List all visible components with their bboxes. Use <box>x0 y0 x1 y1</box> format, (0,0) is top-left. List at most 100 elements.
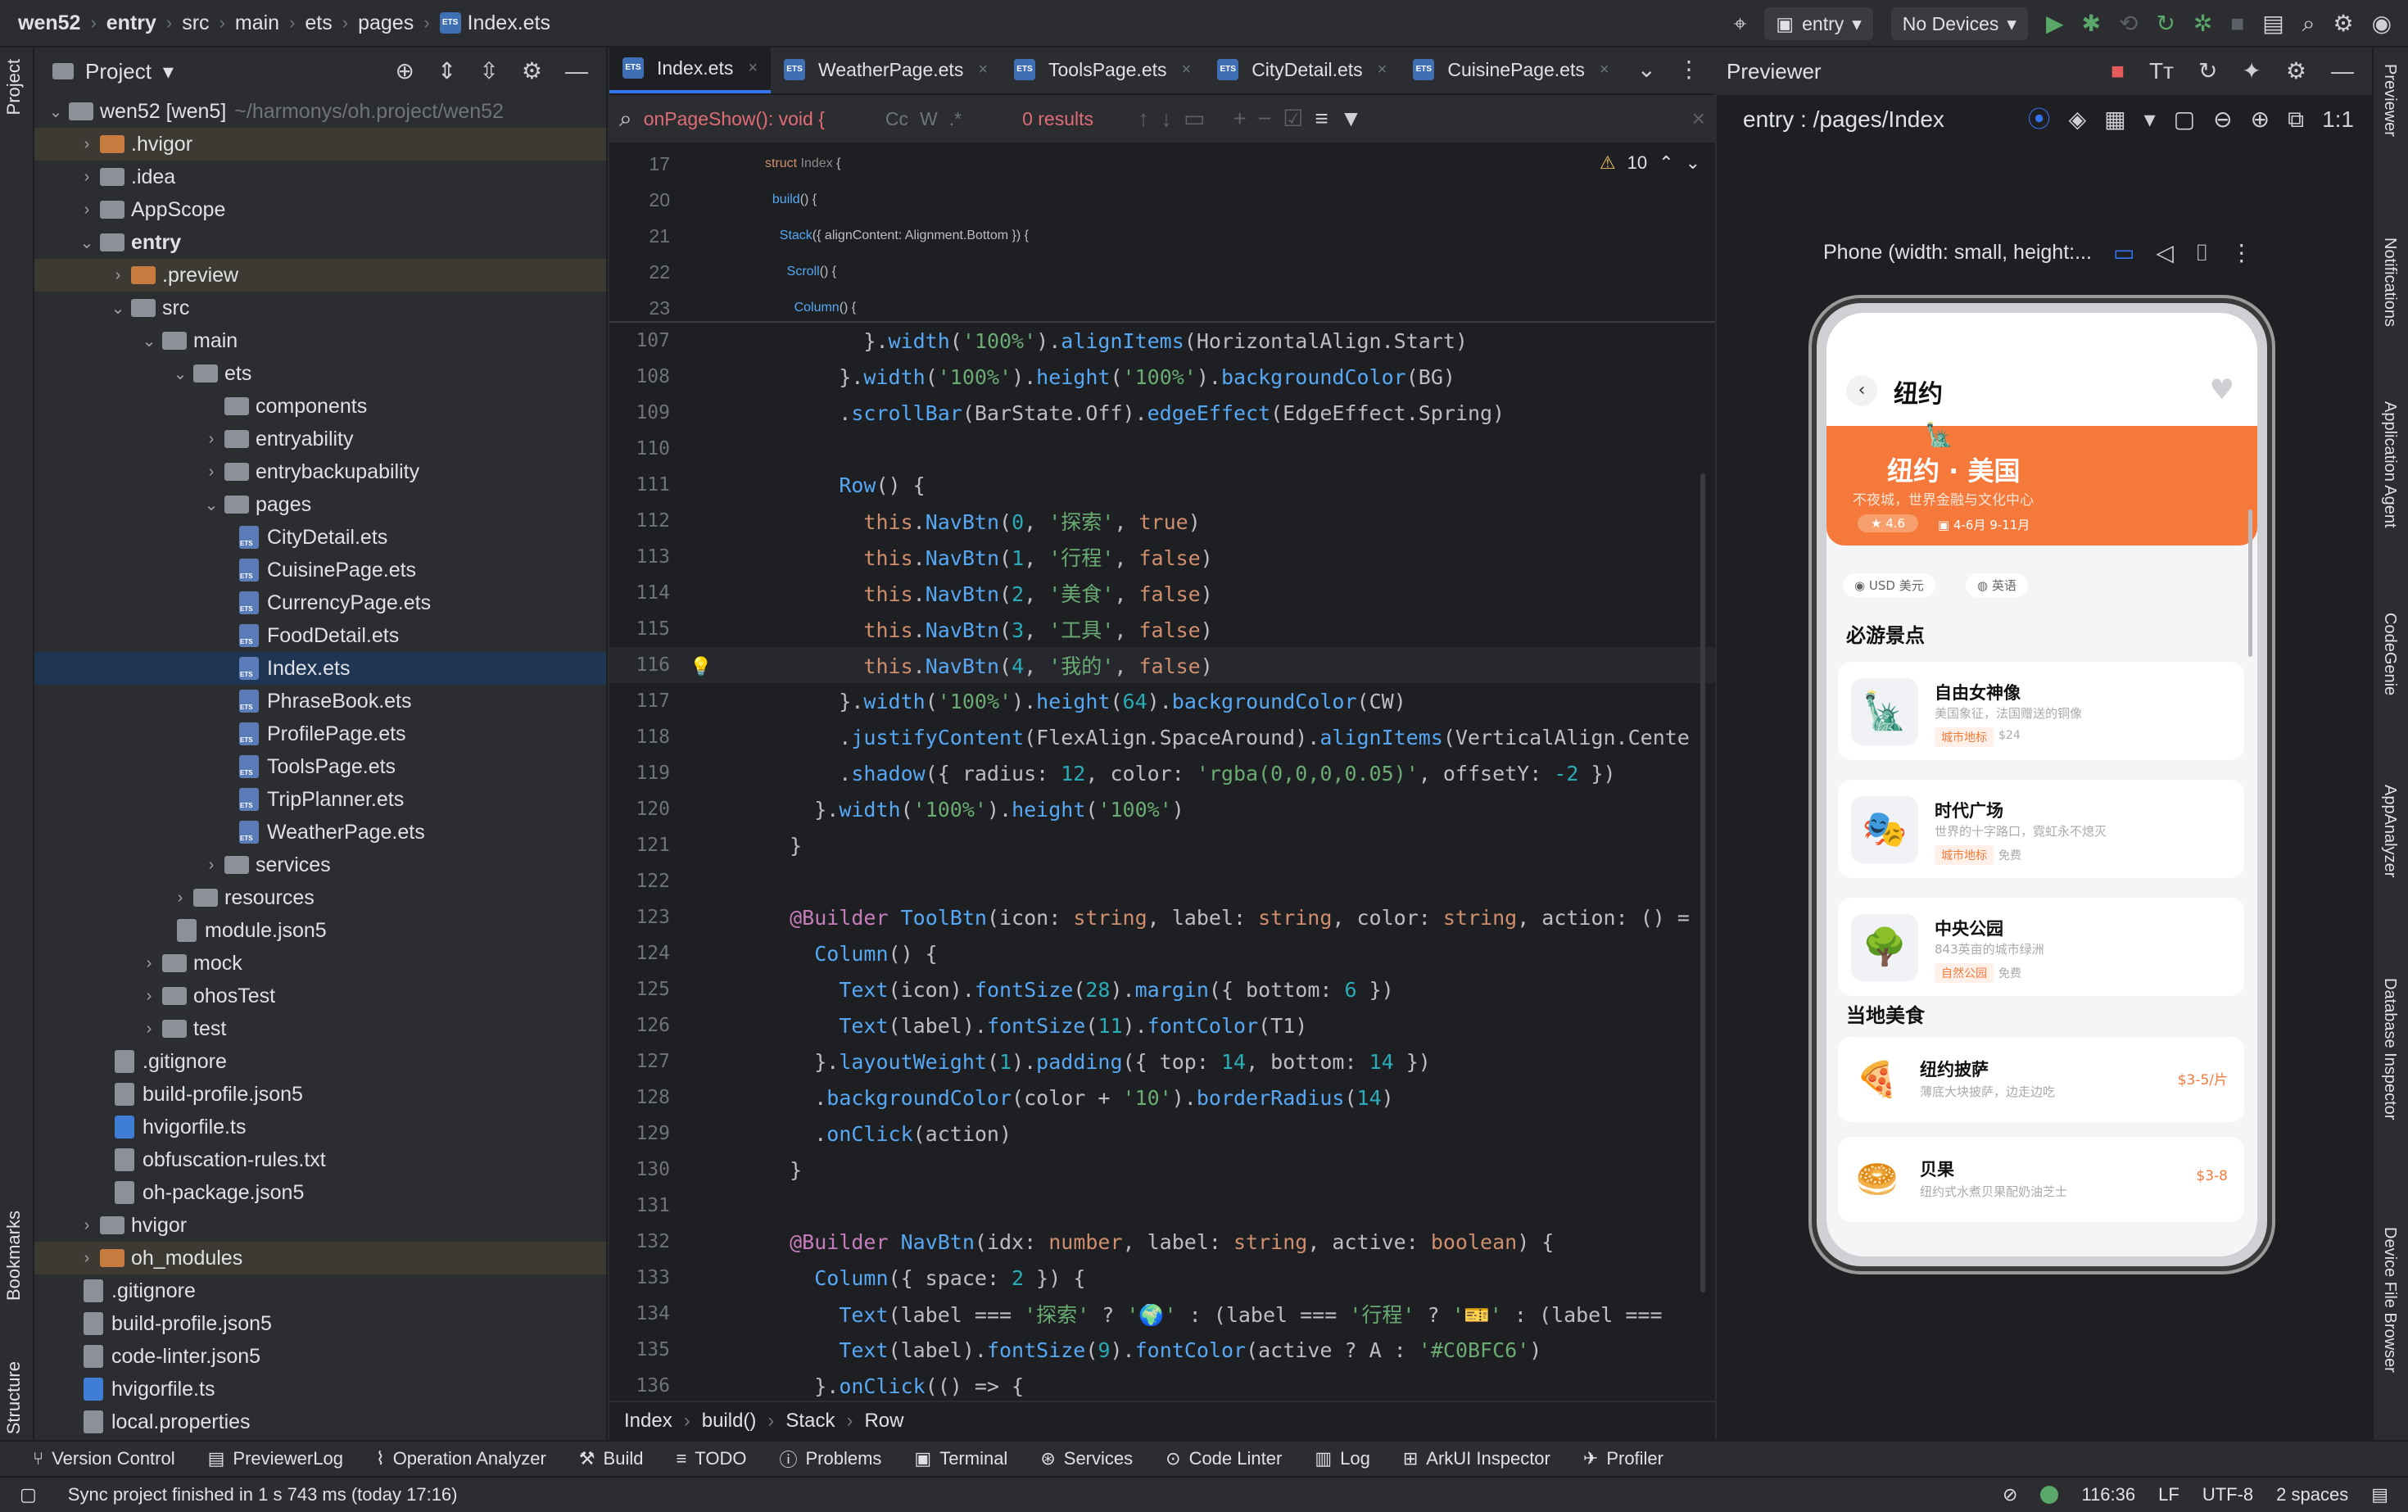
project-panel-title[interactable]: Project <box>85 59 152 84</box>
run-icon[interactable]: ▶ <box>2046 12 2064 35</box>
structure-tool-tab[interactable]: Structure <box>3 1361 25 1434</box>
close-icon[interactable]: × <box>1182 61 1192 79</box>
close-icon[interactable]: × <box>748 59 758 78</box>
filter-lines-icon[interactable]: ≡ <box>1315 107 1328 130</box>
grid-icon[interactable]: ▦ <box>2104 108 2125 131</box>
lock-icon[interactable]: ▤ <box>2371 1484 2388 1505</box>
stop-icon[interactable]: ■ <box>2230 12 2244 35</box>
code-lines[interactable]: 107 }.width('100%').alignItems(Horizonta… <box>609 323 1715 1404</box>
tree-item[interactable]: › entrybackupability <box>34 455 606 488</box>
pin-icon[interactable]: ✦ <box>2242 60 2261 83</box>
right-tool-tab[interactable]: Previewer <box>2380 64 2399 137</box>
tree-item[interactable]: oh-package.json5 <box>34 1176 606 1209</box>
right-tool-tab[interactable]: Device File Browser <box>2380 1227 2399 1373</box>
collapse-all-icon[interactable]: ⇳ <box>479 60 498 83</box>
target-icon[interactable]: ⌖ <box>1734 12 1747 35</box>
editor-tab[interactable]: ETS Index.ets × <box>609 46 772 93</box>
chevron-right-icon[interactable]: › <box>139 1020 159 1039</box>
gear-icon[interactable]: ⚙ <box>2333 12 2353 35</box>
tree-item[interactable]: build-profile.json5 <box>34 1307 606 1340</box>
attach-debugger-icon[interactable]: ⟲ <box>2119 12 2138 35</box>
code-line[interactable]: 20 build() { <box>609 182 1715 218</box>
code-crumb-stack[interactable]: Stack <box>785 1410 835 1433</box>
tree-item[interactable]: ⌄ main <box>34 324 606 357</box>
text-size-icon[interactable]: Tт <box>2149 60 2174 83</box>
device-manager-icon[interactable]: ▤ <box>2262 12 2284 35</box>
chevron-down-icon[interactable]: ⌄ <box>139 331 159 351</box>
hide-icon[interactable]: — <box>565 60 588 83</box>
right-tool-tab[interactable]: Database Inspector <box>2380 978 2399 1120</box>
zoom-out-icon[interactable]: ⊖ <box>2213 108 2232 131</box>
crumb-main[interactable]: main <box>235 11 279 35</box>
language-chip[interactable]: ◍ 英语 <box>1966 573 2028 597</box>
add-occurrence-icon[interactable]: + <box>1233 107 1246 130</box>
tree-item[interactable]: .gitignore <box>34 1045 606 1078</box>
back-icon[interactable]: ◁ <box>2156 241 2174 265</box>
chevron-right-icon[interactable]: › <box>139 987 159 1006</box>
spot-card[interactable]: 🗽 自由女神像 美国象征，法国赠送的铜像 城市地标 $24 <box>1838 662 2244 760</box>
chevron-right-icon[interactable]: › <box>77 135 97 154</box>
words-toggle[interactable]: W <box>920 108 938 130</box>
inspector-icon[interactable]: ⦿ <box>2028 108 2051 131</box>
right-tool-tab[interactable]: Application Agent <box>2380 401 2399 528</box>
more-icon[interactable]: ⋮ <box>1677 58 1700 81</box>
tree-item[interactable]: build-profile.json5 <box>34 1078 606 1111</box>
no-entry-icon[interactable]: ⊘ <box>2003 1484 2017 1505</box>
remove-occurrence-icon[interactable]: − <box>1258 107 1271 130</box>
code-line[interactable]: 114 this.NavBtn(2, '美食', false) <box>609 575 1715 611</box>
file-encoding[interactable]: UTF-8 <box>2202 1484 2253 1505</box>
code-line[interactable]: 17 struct Index { <box>609 146 1715 182</box>
spot-card[interactable]: 🌳 中央公园 843英亩的城市绿洲 自然公园 免费 <box>1838 898 2244 996</box>
code-line[interactable]: 123 @Builder ToolBtn(icon: string, label… <box>609 899 1715 935</box>
tree-item[interactable]: ⌄ ets <box>34 357 606 390</box>
crumb-ets[interactable]: ets <box>305 11 332 35</box>
code-line[interactable]: 121 } <box>609 827 1715 863</box>
code-line[interactable]: 132 @Builder NavBtn(idx: number, label: … <box>609 1224 1715 1260</box>
tree-item[interactable]: TripPlanner.ets <box>34 783 606 816</box>
status-message[interactable]: Sync project finished in 1 s 743 ms (tod… <box>68 1484 458 1505</box>
code-line[interactable]: 112 this.NavBtn(0, '探索', true) <box>609 503 1715 539</box>
close-icon[interactable]: × <box>1600 61 1609 79</box>
code-line[interactable]: 107 }.width('100%').alignItems(Horizonta… <box>609 323 1715 359</box>
code-line[interactable]: 109 .scrollBar(BarState.Off).edgeEffect(… <box>609 395 1715 431</box>
stop-preview-icon[interactable]: ■ <box>2111 60 2125 83</box>
chevron-down-icon[interactable]: ⌄ <box>77 233 97 253</box>
tree-item[interactable]: CuisinePage.ets <box>34 554 606 586</box>
editor-tab[interactable]: ETS CuisinePage.ets × <box>1400 46 1622 93</box>
select-occurrences-icon[interactable]: ☑ <box>1283 107 1303 130</box>
editor-scrollbar[interactable] <box>1700 473 1705 1292</box>
close-icon[interactable]: × <box>1692 107 1705 130</box>
close-icon[interactable]: × <box>1378 61 1387 79</box>
locate-icon[interactable]: ⊕ <box>395 60 414 83</box>
chevron-right-icon[interactable]: › <box>201 463 221 482</box>
filter-icon[interactable]: ▼ <box>1340 107 1363 130</box>
chevron-down-icon[interactable]: ⌄ <box>1686 152 1700 174</box>
tree-item[interactable]: › oh_modules <box>34 1242 606 1274</box>
crumb-src[interactable]: src <box>182 11 209 35</box>
chevron-down-icon[interactable]: ⌄ <box>170 364 190 384</box>
tree-item[interactable]: ⌄ src <box>34 292 606 324</box>
warning-icon[interactable]: ⚠ <box>1600 152 1616 174</box>
right-tool-tab[interactable]: AppAnalyzer <box>2380 785 2399 877</box>
regex-icon[interactable]: .* <box>949 108 962 130</box>
chevron-down-icon[interactable]: ⌄ <box>201 495 221 515</box>
chevron-down-icon[interactable]: ⌄ <box>46 102 66 122</box>
caret-position[interactable]: 116:36 <box>2081 1484 2135 1505</box>
tree-item[interactable]: module.json5 <box>34 914 606 947</box>
crumb-pages[interactable]: pages <box>358 11 414 35</box>
code-line[interactable]: 117 }.width('100%').height(64).backgroun… <box>609 683 1715 719</box>
code-line[interactable]: 22 Scroll() { <box>609 254 1715 290</box>
close-icon[interactable]: × <box>978 61 988 79</box>
bottom-tool-button[interactable]: ⊛ Services <box>1040 1448 1133 1469</box>
arrow-up-icon[interactable]: ⌃ <box>1659 152 1673 174</box>
bottom-tool-button[interactable]: ✈ Profiler <box>1583 1448 1663 1469</box>
expand-all-icon[interactable]: ⇕ <box>437 60 456 83</box>
tree-item[interactable]: › .hvigor <box>34 128 606 161</box>
code-line[interactable]: 133 Column({ space: 2 }) { <box>609 1260 1715 1296</box>
tree-item[interactable]: CurrencyPage.ets <box>34 586 606 619</box>
bottom-tool-button[interactable]: ⌇ Operation Analyzer <box>376 1448 546 1469</box>
code-line[interactable]: 125 Text(icon).fontSize(28).margin({ bot… <box>609 971 1715 1007</box>
code-line[interactable]: 124 Column() { <box>609 935 1715 971</box>
project-tool-tab[interactable]: Project <box>3 59 25 115</box>
code-line[interactable]: 23 Column() { <box>609 290 1715 326</box>
